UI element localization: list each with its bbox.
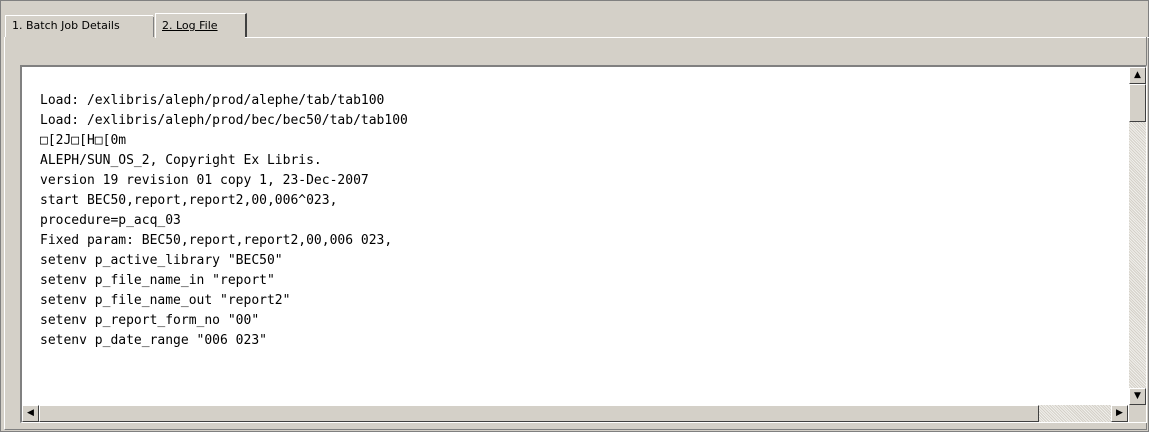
tab-batch-job-details[interactable]: 1. Batch Job Details: [5, 15, 153, 37]
scroll-up-button[interactable]: ▲: [1129, 67, 1146, 84]
log-line: start BEC50,report,report2,00,006^023,: [40, 193, 338, 208]
log-line: setenv p_date_range "006 023": [40, 333, 267, 348]
right-arrow-icon: ▶: [1116, 408, 1123, 418]
log-line: Fixed param: BEC50,report,report2,00,006…: [40, 233, 393, 248]
log-line: procedure=p_acq_03: [40, 213, 181, 228]
log-line: Load: /exlibris/aleph/prod/bec/bec50/tab…: [40, 113, 408, 128]
log-line: Load: /exlibris/aleph/prod/alephe/tab/ta…: [40, 93, 385, 108]
log-line: setenv p_report_form_no "00": [40, 313, 260, 328]
down-arrow-icon: ▼: [1134, 391, 1141, 401]
scroll-right-button[interactable]: ▶: [1111, 405, 1128, 422]
horizontal-scrollbar[interactable]: ◀ ▶: [22, 405, 1128, 422]
vertical-scroll-thumb[interactable]: [1129, 84, 1146, 122]
horizontal-scroll-thumb[interactable]: [39, 405, 1039, 422]
up-arrow-icon: ▲: [1134, 70, 1141, 80]
scrollbar-corner: [1129, 405, 1146, 422]
log-content: Load: /exlibris/aleph/prod/alephe/tab/ta…: [40, 91, 408, 351]
log-line: setenv p_file_name_in "report": [40, 273, 275, 288]
scroll-left-button[interactable]: ◀: [22, 405, 39, 422]
scroll-down-button[interactable]: ▼: [1129, 388, 1146, 405]
log-text-area[interactable]: Load: /exlibris/aleph/prod/alephe/tab/ta…: [20, 65, 1147, 423]
tab-divider: [153, 17, 154, 37]
log-line: □[2J□[H□[0m: [40, 133, 127, 148]
log-line: setenv p_file_name_out "report2": [40, 293, 291, 308]
left-arrow-icon: ◀: [27, 408, 34, 418]
log-viewer-window: 1. Batch Job Details 2. Log File Load: /…: [0, 0, 1149, 432]
log-line: setenv p_active_library "BEC50": [40, 253, 283, 268]
log-line: ALEPH/SUN_OS_2, Copyright Ex Libris.: [40, 153, 322, 168]
vertical-scrollbar[interactable]: ▲ ▼: [1129, 67, 1146, 405]
log-line: version 19 revision 01 copy 1, 23-Dec-20…: [40, 173, 369, 188]
tab-log-file[interactable]: 2. Log File: [155, 13, 247, 38]
